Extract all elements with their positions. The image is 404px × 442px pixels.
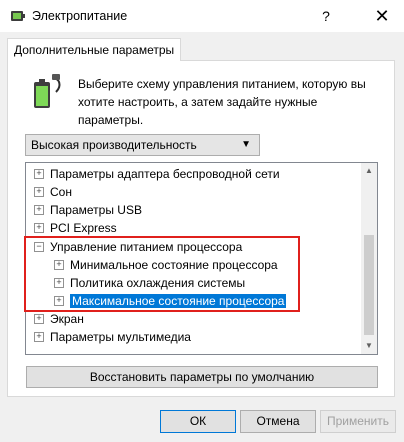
chevron-down-icon: ▼ [241, 139, 251, 150]
expand-icon[interactable]: + [34, 222, 44, 233]
help-button[interactable]: ? [314, 6, 338, 26]
tree-item-label: Параметры мультимедиа [50, 330, 191, 344]
expand-icon[interactable]: + [54, 295, 64, 306]
tree-item-usb[interactable]: + Параметры USB [34, 201, 142, 219]
power-plan-select[interactable]: Высокая производительность ▼ [25, 134, 260, 156]
tree-item-label: Управление питанием процессора [50, 240, 243, 254]
tree-item-label: Политика охлаждения системы [70, 276, 246, 290]
tree-item-label: Сон [50, 185, 72, 199]
collapse-icon[interactable]: − [34, 241, 44, 252]
tree-item-multimedia[interactable]: + Параметры мультимедиа [34, 328, 191, 346]
cancel-button[interactable]: Отмена [240, 410, 316, 433]
expand-icon[interactable]: + [34, 313, 44, 324]
restore-defaults-button[interactable]: Восстановить параметры по умолчанию [26, 366, 378, 388]
tree-item-cooling-policy[interactable]: + Политика охлаждения системы [54, 274, 245, 292]
apply-button[interactable]: Применить [320, 410, 396, 433]
window-title: Электропитание [32, 9, 128, 23]
expand-icon[interactable]: + [34, 331, 44, 342]
power-options-icon [11, 11, 25, 21]
tree-item-label: Параметры адаптера беспроводной сети [50, 167, 280, 181]
tree-item-processor-power[interactable]: − Управление питанием процессора [34, 238, 242, 256]
tree-item-label: Максимальное состояние процессора [70, 294, 287, 308]
expand-icon[interactable]: + [54, 259, 64, 270]
tree-item-label: Минимальное состояние процессора [70, 258, 278, 272]
tree-item-min-processor-state[interactable]: + Минимальное состояние процессора [54, 256, 278, 274]
tree-item-label: PCI Express [50, 221, 117, 235]
tree-item-sleep[interactable]: + Сон [34, 183, 72, 201]
expand-icon[interactable]: + [34, 186, 44, 197]
tree-item-label: Параметры USB [50, 203, 142, 217]
expand-icon[interactable]: + [34, 168, 44, 179]
tree-item-display[interactable]: + Экран [34, 310, 84, 328]
settings-tree[interactable]: + Параметры адаптера беспроводной сети + С… [25, 162, 378, 355]
tree-item-wireless-adapter[interactable]: + Параметры адаптера беспроводной сети [34, 165, 280, 183]
tree-item-max-processor-state[interactable]: + Максимальное состояние процессора [54, 292, 287, 310]
expand-icon[interactable]: + [34, 204, 44, 215]
title-bar: Электропитание ? ✕ [0, 0, 404, 32]
close-button[interactable]: ✕ [370, 6, 394, 26]
ok-button[interactable]: ОК [160, 410, 236, 433]
battery-plug-icon [34, 74, 61, 108]
scroll-up-icon[interactable]: ▲ [361, 163, 377, 179]
description-text: Выберите схему управления питанием, кото… [78, 77, 366, 127]
tree-scrollbar[interactable]: ▲ ▼ [361, 163, 377, 354]
tab-advanced-settings[interactable]: Дополнительные параметры [7, 38, 182, 61]
power-plan-value: Высокая производительность [31, 138, 197, 152]
expand-icon[interactable]: + [54, 277, 64, 288]
scroll-down-icon[interactable]: ▼ [361, 338, 377, 354]
tree-item-label: Экран [50, 312, 84, 326]
scroll-thumb[interactable] [364, 235, 374, 335]
tree-item-pci-express[interactable]: + PCI Express [34, 219, 117, 237]
